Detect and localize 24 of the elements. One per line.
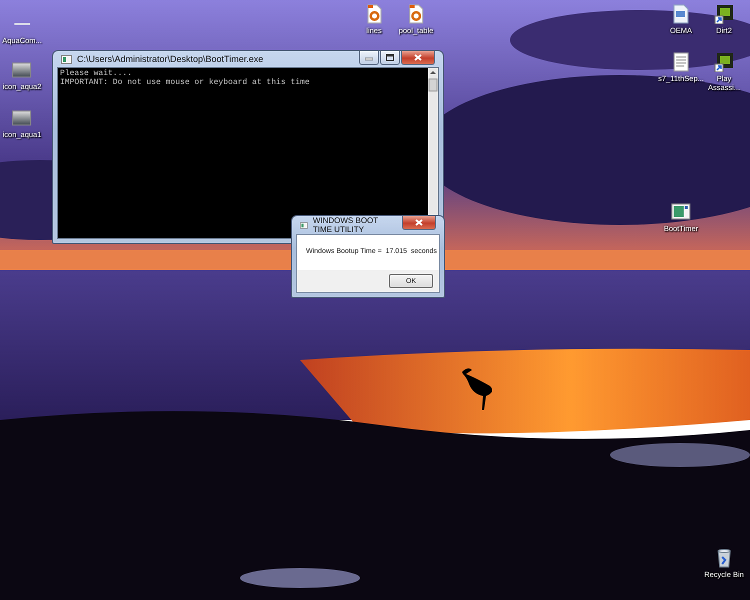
image-thumbnail-icon [12, 60, 32, 80]
bird-drawing [462, 368, 492, 410]
close-button[interactable] [401, 51, 435, 65]
minimize-icon [365, 54, 373, 60]
image-thumbnail-icon [12, 108, 32, 128]
close-icon [414, 54, 422, 61]
file-icon [406, 4, 426, 24]
close-icon [415, 219, 423, 226]
window-icon [61, 54, 72, 64]
close-button[interactable] [402, 216, 436, 230]
window-title: C:\Users\Administrator\Desktop\BootTimer.exe [77, 54, 264, 64]
window-icon [300, 220, 308, 230]
application-icon [671, 202, 691, 222]
line-icon [14, 23, 30, 25]
minimize-button[interactable] [359, 51, 379, 65]
shortcut-icon [714, 4, 734, 24]
document-icon [671, 4, 691, 24]
shortcut-icon [714, 52, 734, 72]
console-line: IMPORTANT: Do not use mouse or keyboard at this time [60, 78, 311, 87]
document-icon [671, 52, 691, 72]
window-title: WINDOWS BOOT TIME UTILITY [312, 216, 380, 234]
console-line: Please wait.... [60, 69, 134, 78]
maximize-button[interactable] [380, 51, 400, 65]
maximize-icon [386, 54, 394, 61]
